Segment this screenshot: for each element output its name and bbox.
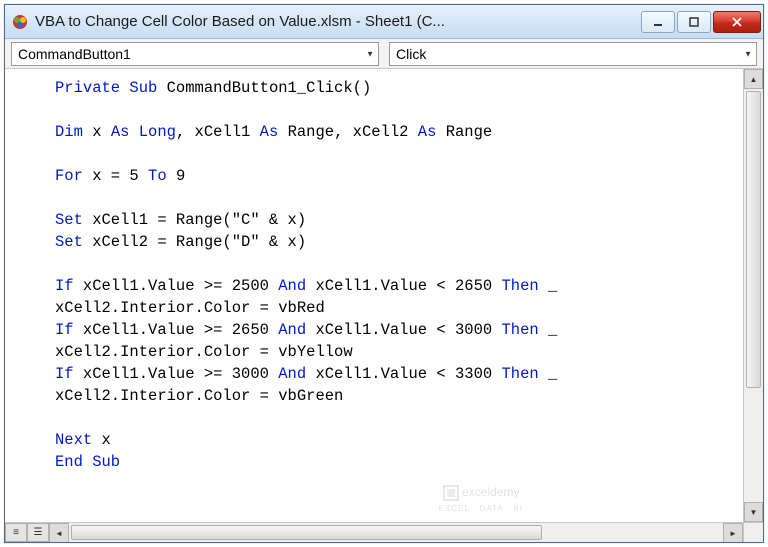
titlebar[interactable]: VBA to Change Cell Color Based on Value.… <box>5 5 763 39</box>
horizontal-scrollbar[interactable]: ≡ ☰ ◄ ► <box>5 522 743 542</box>
code-line[interactable] <box>55 143 733 165</box>
code-line[interactable]: xCell2.Interior.Color = vbGreen <box>55 385 733 407</box>
procedure-combo[interactable]: Click ▼ <box>389 42 757 66</box>
code-toolbar: CommandButton1 ▼ Click ▼ <box>5 39 763 69</box>
app-icon <box>11 13 29 31</box>
scrollbar-corner <box>743 522 763 542</box>
code-line[interactable]: Next x <box>55 429 733 451</box>
code-line[interactable]: Set xCell1 = Range("C" & x) <box>55 209 733 231</box>
procedure-view-button[interactable]: ≡ <box>5 523 27 542</box>
scroll-up-button[interactable]: ▲ <box>744 69 763 89</box>
code-line[interactable]: If xCell1.Value >= 2650 And xCell1.Value… <box>55 319 733 341</box>
code-line[interactable] <box>55 407 733 429</box>
minimize-button[interactable] <box>641 11 675 33</box>
code-line[interactable] <box>55 187 733 209</box>
chevron-down-icon: ▼ <box>366 49 374 58</box>
vertical-scrollbar[interactable]: ▲ ▼ <box>743 69 763 522</box>
scroll-down-button[interactable]: ▼ <box>744 502 763 522</box>
object-combo[interactable]: CommandButton1 ▼ <box>11 42 379 66</box>
code-line[interactable]: If xCell1.Value >= 3000 And xCell1.Value… <box>55 363 733 385</box>
code-line[interactable] <box>55 253 733 275</box>
maximize-button[interactable] <box>677 11 711 33</box>
procedure-combo-value: Click <box>396 46 426 62</box>
code-line[interactable]: Private Sub CommandButton1_Click() <box>55 77 733 99</box>
code-line[interactable]: End Sub <box>55 451 733 473</box>
code-line[interactable]: Dim x As Long, xCell1 As Range, xCell2 A… <box>55 121 733 143</box>
code-line[interactable]: For x = 5 To 9 <box>55 165 733 187</box>
code-line[interactable]: Set xCell2 = Range("D" & x) <box>55 231 733 253</box>
code-editor[interactable]: Private Sub CommandButton1_Click() Dim x… <box>5 69 743 522</box>
code-line[interactable]: xCell2.Interior.Color = vbRed <box>55 297 733 319</box>
vbe-window: VBA to Change Cell Color Based on Value.… <box>4 4 764 543</box>
chevron-down-icon: ▼ <box>744 49 752 58</box>
close-button[interactable] <box>713 11 761 33</box>
vertical-scroll-thumb[interactable] <box>746 91 761 388</box>
scroll-right-button[interactable]: ► <box>723 523 743 542</box>
horizontal-scroll-track[interactable] <box>69 523 723 542</box>
horizontal-scroll-thumb[interactable] <box>71 525 542 540</box>
window-title: VBA to Change Cell Color Based on Value.… <box>35 13 635 30</box>
scroll-left-button[interactable]: ◄ <box>49 523 69 542</box>
code-line[interactable]: If xCell1.Value >= 2500 And xCell1.Value… <box>55 275 733 297</box>
code-line[interactable]: xCell2.Interior.Color = vbYellow <box>55 341 733 363</box>
window-controls <box>641 11 761 33</box>
code-area: Private Sub CommandButton1_Click() Dim x… <box>5 69 763 542</box>
code-line[interactable] <box>55 99 733 121</box>
full-module-view-button[interactable]: ☰ <box>27 523 49 542</box>
object-combo-value: CommandButton1 <box>18 46 131 62</box>
vertical-scroll-track[interactable] <box>744 89 763 502</box>
